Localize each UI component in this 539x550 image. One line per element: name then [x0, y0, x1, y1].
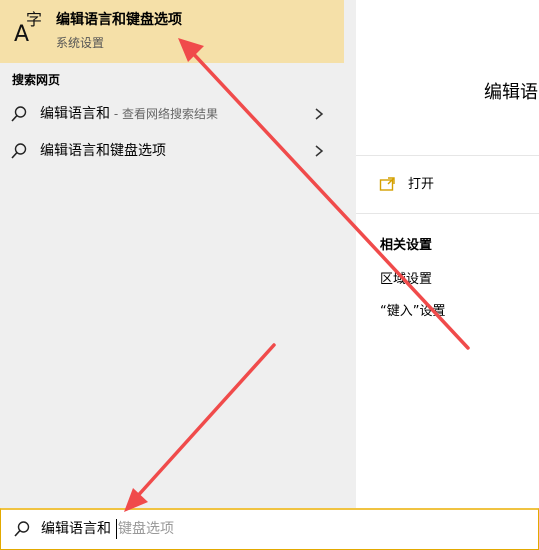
best-match-item[interactable]: A 字 编辑语言和键盘选项 系统设置	[0, 0, 344, 63]
related-region-link[interactable]: 区域设置	[380, 272, 432, 288]
language-app-icon: A 字	[14, 10, 43, 47]
best-match-title: 编辑语言和键盘选项	[56, 12, 182, 28]
search-icon	[11, 143, 27, 159]
detail-pane	[356, 0, 539, 508]
related-typing-link[interactable]: “键入”设置	[380, 304, 445, 320]
best-match-subtitle: 系统设置	[56, 36, 105, 50]
chevron-right-icon[interactable]	[312, 106, 326, 122]
web-section-heading: 搜索网页	[12, 73, 61, 87]
web-suggestion-text: 编辑语言和 - 查看网络搜索结果	[40, 106, 218, 122]
search-icon	[14, 521, 30, 537]
open-icon[interactable]	[379, 176, 397, 192]
web-suggestion-2[interactable]: 编辑语言和键盘选项	[0, 134, 344, 168]
text-caret	[116, 519, 117, 539]
search-icon	[11, 106, 27, 122]
related-settings-heading: 相关设置	[380, 238, 433, 253]
search-typed-text: 编辑语言和	[41, 521, 111, 537]
search-autocomplete-hint: 键盘选项	[118, 521, 174, 537]
web-suggestion-text: 编辑语言和键盘选项	[40, 143, 166, 159]
open-button[interactable]: 打开	[408, 177, 434, 193]
chevron-right-icon[interactable]	[312, 143, 326, 159]
search-box[interactable]: 编辑语言和 键盘选项	[0, 508, 539, 550]
pane-gap	[344, 0, 356, 508]
divider	[356, 155, 539, 156]
web-suggestion-1[interactable]: 编辑语言和 - 查看网络搜索结果	[0, 97, 344, 131]
detail-title: 编辑语言	[484, 82, 539, 103]
divider	[356, 213, 539, 214]
